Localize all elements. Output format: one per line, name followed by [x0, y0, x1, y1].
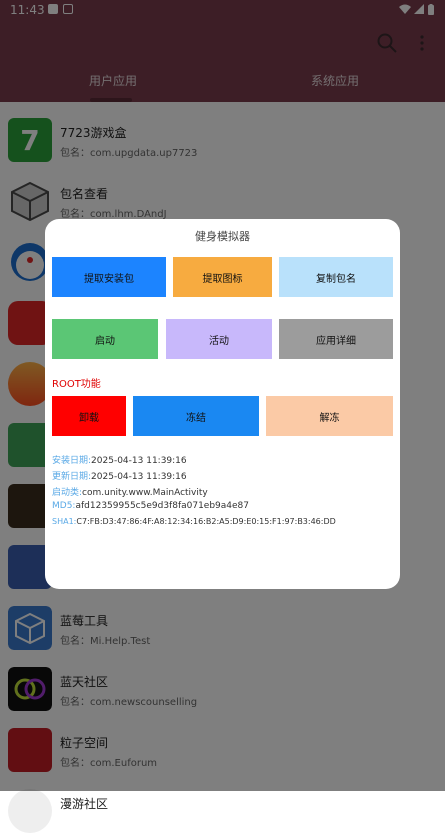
dialog-title: 健身模拟器: [195, 230, 250, 243]
launch-class: 启动类:com.unity.www.MainActivity: [52, 488, 208, 498]
copy-package-button[interactable]: 复制包名: [279, 257, 393, 297]
extract-icon-button[interactable]: 提取图标: [173, 257, 272, 297]
activities-button[interactable]: 活动: [166, 319, 272, 359]
sha1-value: SHA1:C7:FB:D3:47:86:4F:A8:12:34:16:B2:A5…: [52, 517, 336, 526]
root-section-label: ROOT功能: [52, 379, 101, 390]
freeze-button[interactable]: 冻结: [133, 396, 259, 436]
app-details-button[interactable]: 应用详细: [279, 319, 393, 359]
uninstall-button[interactable]: 卸载: [52, 396, 126, 436]
install-date: 安装日期:2025-04-13 11:39:16: [52, 456, 187, 466]
update-date: 更新日期:2025-04-13 11:39:16: [52, 472, 187, 482]
app-action-dialog: 健身模拟器 提取安装包 提取图标 复制包名 启动 活动 应用详细 ROOT功能 …: [45, 219, 400, 589]
roam-icon: [8, 789, 52, 833]
launch-button[interactable]: 启动: [52, 319, 158, 359]
app-name: 漫游社区: [60, 797, 109, 811]
extract-apk-button[interactable]: 提取安装包: [52, 257, 166, 297]
md5-value: MD5:afd12359955c5e9d3f8fa071eb9a4e87: [52, 501, 250, 511]
unfreeze-button[interactable]: 解冻: [266, 396, 393, 436]
